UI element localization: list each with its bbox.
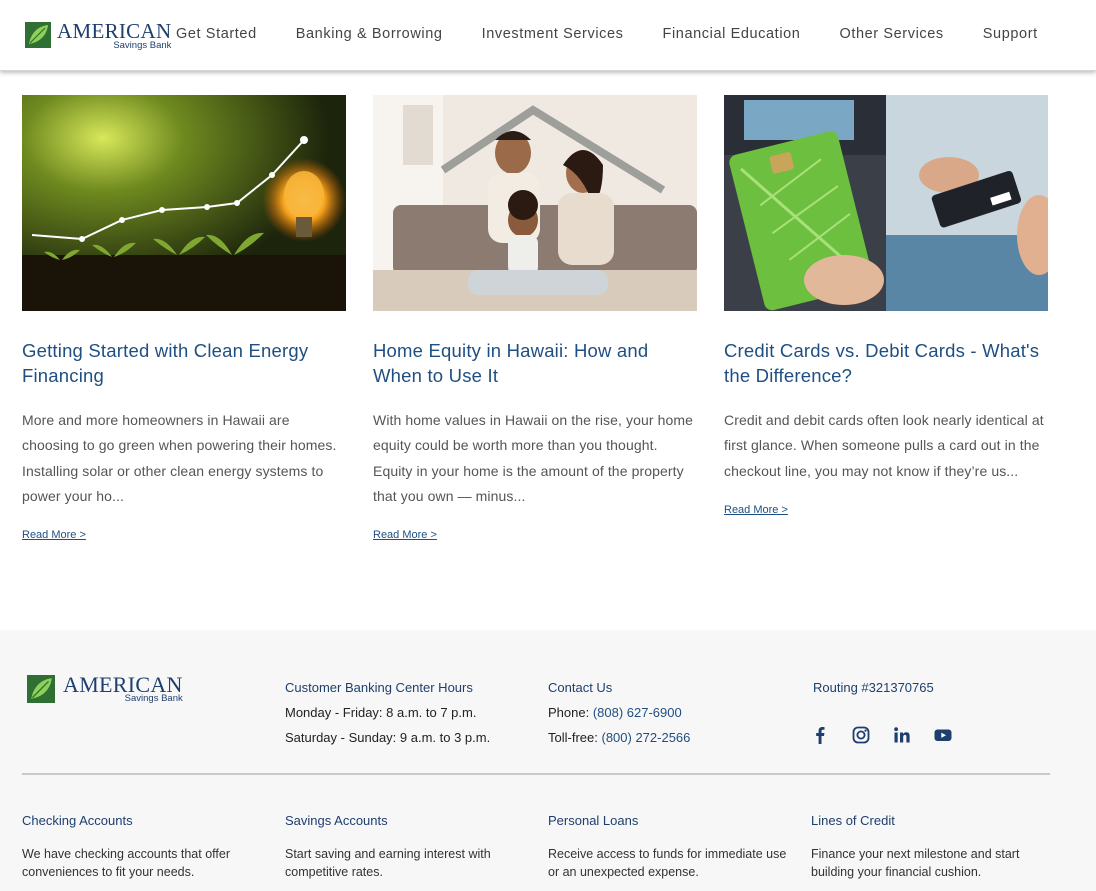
- family-under-roof-image[interactable]: [373, 95, 697, 311]
- facebook-icon[interactable]: [810, 725, 830, 745]
- leaf-logo-icon: [25, 22, 51, 48]
- bank-logo[interactable]: AMERICAN Savings Bank: [25, 19, 172, 51]
- article-title[interactable]: Home Equity in Hawaii: How and When to U…: [373, 338, 697, 388]
- footer-category-personal-loans: Personal Loans Receive access to funds f…: [548, 813, 788, 881]
- category-title[interactable]: Savings Accounts: [285, 813, 525, 828]
- hours-weekdays: Monday - Friday: 8 a.m. to 7 p.m.: [285, 705, 477, 720]
- article-card-credit-debit: Credit Cards vs. Debit Cards - What's th…: [724, 95, 1048, 518]
- category-title[interactable]: Lines of Credit: [811, 813, 1051, 828]
- logo-wordmark: AMERICAN: [57, 19, 172, 43]
- category-title[interactable]: Checking Accounts: [22, 813, 262, 828]
- read-more-link[interactable]: Read More >: [373, 529, 437, 541]
- footer-category-savings: Savings Accounts Start saving and earnin…: [285, 813, 525, 881]
- nav-investment-services[interactable]: Investment Services: [482, 26, 624, 42]
- routing-number: Routing #321370765: [813, 680, 934, 695]
- site-footer: AMERICAN Savings Bank Customer Banking C…: [0, 630, 1096, 891]
- phone-label: Phone:: [548, 705, 590, 720]
- nav-banking-borrowing[interactable]: Banking & Borrowing: [296, 26, 443, 42]
- logo-subtitle: Savings Bank: [113, 40, 172, 51]
- logo-wordmark: AMERICAN: [63, 672, 183, 697]
- nav-get-started[interactable]: Get Started: [176, 26, 257, 42]
- leaf-logo-icon: [27, 675, 55, 703]
- phone-line: Phone: (808) 627-6900: [548, 700, 690, 725]
- article-card-clean-energy: Getting Started with Clean Energy Financ…: [22, 95, 346, 543]
- footer-category-checking: Checking Accounts We have checking accou…: [22, 813, 262, 881]
- category-description: We have checking accounts that offer con…: [22, 847, 230, 879]
- credit-debit-cards-image[interactable]: [724, 95, 1048, 311]
- category-title[interactable]: Personal Loans: [548, 813, 788, 828]
- category-description: Receive access to funds for immediate us…: [548, 847, 787, 879]
- linkedin-icon[interactable]: [892, 725, 912, 745]
- article-excerpt: More and more homeowners in Hawaii are c…: [22, 412, 337, 504]
- article-excerpt: With home values in Hawaii on the rise, …: [373, 412, 694, 504]
- contact-heading: Contact Us: [548, 680, 613, 695]
- instagram-icon[interactable]: [851, 725, 871, 745]
- nav-financial-education[interactable]: Financial Education: [663, 26, 801, 42]
- article-card-home-equity: Home Equity in Hawaii: How and When to U…: [373, 95, 697, 543]
- tollfree-link[interactable]: (800) 272-2566: [601, 730, 690, 745]
- phone-link[interactable]: (808) 627-6900: [593, 705, 682, 720]
- read-more-link[interactable]: Read More >: [724, 504, 788, 516]
- banking-hours: Customer Banking Center Hours Monday - F…: [285, 675, 490, 750]
- article-title[interactable]: Getting Started with Clean Energy Financ…: [22, 338, 346, 388]
- main-nav: Get Started Banking & Borrowing Investme…: [176, 26, 1077, 42]
- read-more-link[interactable]: Read More >: [22, 529, 86, 541]
- tollfree-label: Toll-free:: [548, 730, 598, 745]
- lightbulb-growing-plants-image[interactable]: [22, 95, 346, 311]
- logo-subtitle: Savings Bank: [124, 693, 183, 704]
- tollfree-line: Toll-free: (800) 272-2566: [548, 725, 690, 750]
- nav-other-services[interactable]: Other Services: [839, 26, 943, 42]
- category-description: Start saving and earning interest with c…: [285, 847, 491, 879]
- footer-bank-logo[interactable]: AMERICAN Savings Bank: [27, 672, 183, 704]
- hours-heading: Customer Banking Center Hours: [285, 680, 473, 695]
- social-links: [810, 725, 974, 745]
- footer-category-lines-of-credit: Lines of Credit Finance your next milest…: [811, 813, 1051, 881]
- nav-support[interactable]: Support: [983, 26, 1038, 42]
- youtube-icon[interactable]: [933, 725, 953, 745]
- hours-weekend: Saturday - Sunday: 9 a.m. to 3 p.m.: [285, 730, 491, 745]
- site-header: AMERICAN Savings Bank Get Started Bankin…: [0, 0, 1096, 71]
- footer-divider: [22, 773, 1050, 775]
- contact-us: Contact Us Phone: (808) 627-6900 Toll-fr…: [548, 675, 690, 750]
- article-excerpt: Credit and debit cards often look nearly…: [724, 412, 1044, 479]
- article-title[interactable]: Credit Cards vs. Debit Cards - What's th…: [724, 338, 1048, 388]
- category-description: Finance your next milestone and start bu…: [811, 847, 1020, 879]
